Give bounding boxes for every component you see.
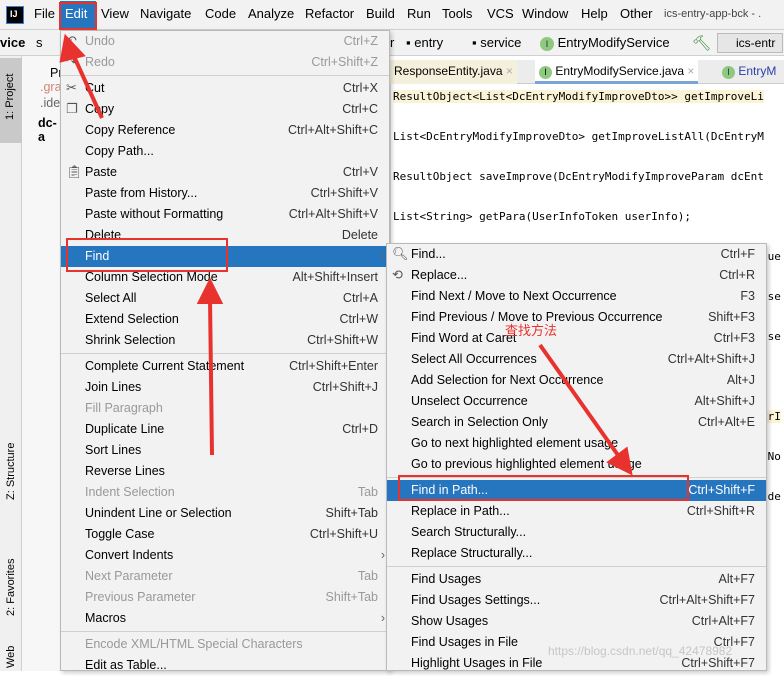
watermark: https://blog.csdn.net/qq_42478982 — [548, 644, 733, 658]
arrow-head — [59, 33, 86, 63]
arrow-head — [606, 446, 633, 476]
arrow-to-edit — [70, 51, 104, 119]
annotation-note: 查找方法 — [505, 323, 558, 338]
arrow-to-find — [208, 297, 214, 456]
arrow-to-find-in-path — [538, 343, 622, 460]
annotation-arrows — [59, 33, 633, 476]
arrow-head — [196, 277, 224, 304]
